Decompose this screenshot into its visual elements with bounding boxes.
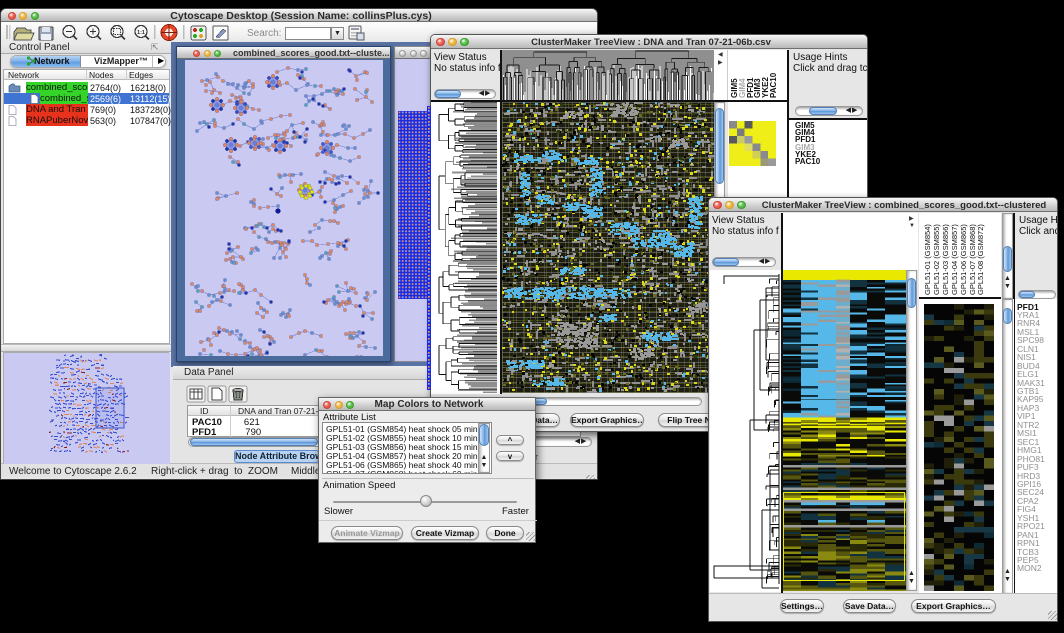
svg-text:1:1: 1:1 [137,30,145,36]
svg-text:Search:: Search: [247,28,281,39]
